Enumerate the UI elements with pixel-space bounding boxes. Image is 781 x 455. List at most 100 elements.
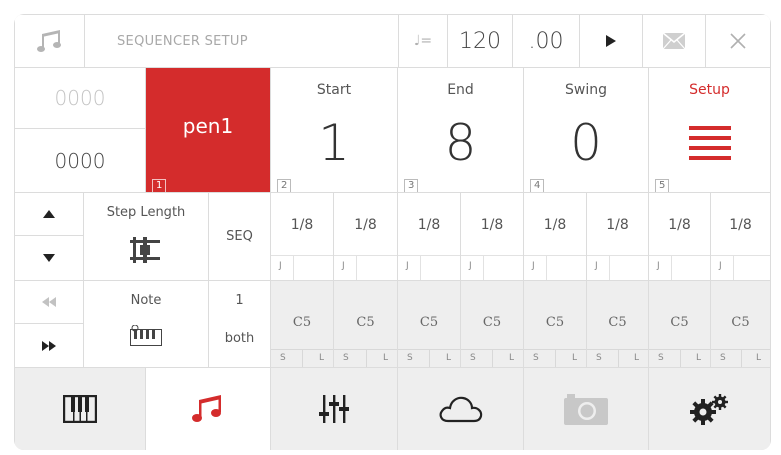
step-length-value: 1/8 xyxy=(480,217,504,233)
note-cell[interactable]: C5 S L xyxy=(271,281,333,367)
step-divider xyxy=(461,255,523,256)
scroll-down-button[interactable] xyxy=(15,236,83,280)
setup-param[interactable]: Setup 5 xyxy=(649,68,770,192)
step-length-cell[interactable]: 1/8 J xyxy=(524,193,586,280)
close-icon xyxy=(730,33,746,49)
gears-icon xyxy=(689,394,728,425)
pen-selector[interactable]: pen1 1 xyxy=(146,68,270,192)
note-value: C5 xyxy=(608,315,627,330)
note-long-label[interactable]: L xyxy=(383,353,388,363)
note-short-label[interactable]: S xyxy=(470,353,476,363)
note-short-label[interactable]: S xyxy=(407,353,413,363)
step-length-cell[interactable]: 1/8 J xyxy=(649,193,710,280)
note-mode-field[interactable]: 1 both xyxy=(209,281,270,367)
step-mode-field[interactable]: SEQ xyxy=(209,193,270,280)
step-length-value: 1/8 xyxy=(729,217,752,233)
note-label: Note xyxy=(130,293,162,308)
camera-icon xyxy=(564,394,608,425)
setup-index: 5 xyxy=(655,179,670,192)
step-length-cell[interactable]: 1/8 J xyxy=(334,193,397,280)
note-short-label[interactable]: S xyxy=(533,353,539,363)
note-cell[interactable]: C5 S L xyxy=(649,281,710,367)
step-subdivider xyxy=(733,255,734,280)
note-long-label[interactable]: L xyxy=(319,353,324,363)
note-long-label[interactable]: L xyxy=(756,353,761,363)
end-param[interactable]: End 8 3 xyxy=(398,68,523,192)
step-divider xyxy=(334,255,397,256)
step-length-cell[interactable]: 1/8 J xyxy=(271,193,333,280)
rewind-button[interactable] xyxy=(15,281,83,323)
fast-forward-button[interactable] xyxy=(15,324,83,367)
music-notes-icon xyxy=(36,30,61,52)
step-subdivider xyxy=(546,255,547,280)
tempo-fraction-field[interactable]: .00 xyxy=(513,15,579,67)
close-button[interactable] xyxy=(706,15,770,67)
note-cell[interactable]: C5 S L xyxy=(461,281,523,367)
start-index: 2 xyxy=(277,179,292,192)
keyboard-tab[interactable] xyxy=(15,368,145,450)
step-length-cell[interactable]: 1/8 J xyxy=(461,193,523,280)
piano-note-icon xyxy=(130,325,162,346)
music-notes-icon xyxy=(192,395,221,422)
title-area: SEQUENCER SETUP xyxy=(85,15,398,67)
triangle-up-icon xyxy=(43,210,55,218)
counter-top[interactable]: 0000 xyxy=(15,68,145,128)
settings-tab[interactable] xyxy=(649,368,770,450)
note-count: 1 xyxy=(235,293,244,308)
swing-param[interactable]: Swing 0 4 xyxy=(524,68,648,192)
cloud-icon xyxy=(439,396,482,423)
note-long-label[interactable]: L xyxy=(446,353,451,363)
note-subdivider xyxy=(555,349,556,367)
swing-value: 0 xyxy=(570,114,602,172)
note-cell[interactable]: C5 S L xyxy=(398,281,460,367)
note-long-label[interactable]: L xyxy=(572,353,577,363)
step-length-cell[interactable]: 1/8 J xyxy=(398,193,460,280)
counter-bottom[interactable]: 0000 xyxy=(15,129,145,192)
setup-label: Setup xyxy=(689,82,730,98)
note-short-label[interactable]: S xyxy=(343,353,349,363)
note-mode: both xyxy=(224,331,255,346)
sliders-icon xyxy=(319,395,349,423)
app-logo-button[interactable] xyxy=(15,15,84,67)
note-cell[interactable]: C5 S L xyxy=(587,281,648,367)
triangle-down-icon xyxy=(43,254,55,262)
note-short-label[interactable]: S xyxy=(658,353,664,363)
note-subdivider xyxy=(302,349,303,367)
camera-tab[interactable] xyxy=(524,368,648,450)
start-param[interactable]: Start 1 2 xyxy=(271,68,397,192)
step-length-cell[interactable]: 1/8 J xyxy=(587,193,648,280)
step-divider xyxy=(398,255,460,256)
step-subdivider xyxy=(609,255,610,280)
note-short-label[interactable]: S xyxy=(720,353,726,363)
cloud-tab[interactable] xyxy=(398,368,523,450)
step-length-value: 1/8 xyxy=(354,217,377,233)
tempo-field[interactable]: 120 xyxy=(448,15,512,67)
step-sub-label: J xyxy=(595,261,598,271)
mail-button[interactable] xyxy=(643,15,705,67)
pen-label: pen1 xyxy=(182,114,234,138)
note-short-label[interactable]: S xyxy=(596,353,602,363)
end-value: 8 xyxy=(444,114,477,172)
note-cell[interactable]: C5 S L xyxy=(524,281,586,367)
note-value: C5 xyxy=(545,315,565,330)
fast-forward-icon xyxy=(42,340,56,351)
step-subdivider xyxy=(483,255,484,280)
note-short-label[interactable]: S xyxy=(280,353,286,363)
step-sub-label: J xyxy=(342,261,345,271)
scroll-up-button[interactable] xyxy=(15,193,83,235)
note-cell[interactable]: C5 S L xyxy=(334,281,397,367)
swing-index: 4 xyxy=(530,179,545,192)
play-button[interactable] xyxy=(580,15,642,67)
note-long-label[interactable]: L xyxy=(696,353,701,363)
step-length-cell[interactable]: 1/8 J xyxy=(711,193,770,280)
sequencer-tab[interactable] xyxy=(146,368,270,450)
note-subdivider xyxy=(429,349,430,367)
note-long-label[interactable]: L xyxy=(509,353,514,363)
note-value: C5 xyxy=(731,315,750,330)
note-long-label[interactable]: L xyxy=(634,353,639,363)
mixer-tab[interactable] xyxy=(271,368,397,450)
note-value: C5 xyxy=(482,315,502,330)
note-cell[interactable]: C5 S L xyxy=(711,281,770,367)
step-length-value: 1/8 xyxy=(668,217,691,233)
step-sub-label: J xyxy=(469,261,472,271)
